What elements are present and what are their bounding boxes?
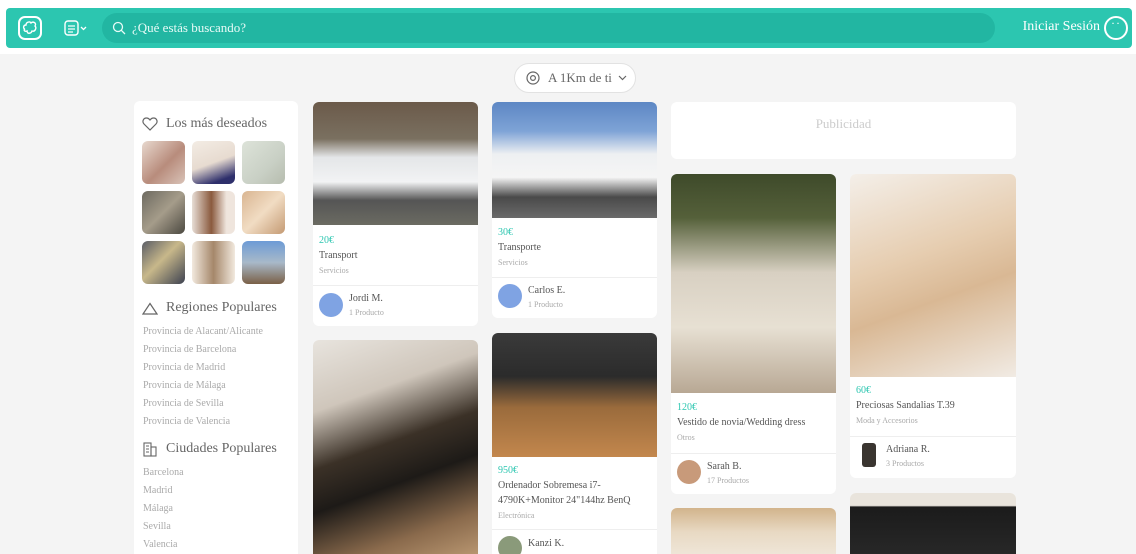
city-link[interactable]: Madrid (143, 482, 184, 500)
wishlist-thumb[interactable] (192, 241, 235, 284)
product-price: 30€ (498, 227, 513, 238)
product-category: Servicios (498, 258, 528, 267)
city-link[interactable]: Málaga (143, 500, 184, 518)
product-card[interactable]: 950€ Ordenador Sobremesa i7-4790K+Monito… (492, 333, 657, 554)
location-filter[interactable]: A 1Km de ti (514, 63, 636, 93)
header: Iniciar Sesión (6, 8, 1132, 48)
product-title: Transport (319, 250, 358, 261)
product-price: 950€ (498, 465, 518, 476)
product-card[interactable]: 20€ Transport Servicios Jordi M. 1 Produ… (313, 102, 478, 326)
chevron-down-icon (618, 75, 627, 81)
regions-title: Regiones Populares (166, 300, 277, 315)
avatar[interactable] (498, 536, 522, 554)
seller-product-count: 1 Producto (349, 308, 384, 317)
seller-name[interactable]: Sarah B. (707, 461, 741, 472)
wishlist-thumb[interactable] (192, 141, 235, 184)
wishlist-thumb[interactable] (142, 191, 185, 234)
regions-header: Regiones Populares (142, 300, 277, 316)
cities-list: Barcelona Madrid Málaga Sevilla Valencia (143, 464, 184, 554)
product-card[interactable] (313, 340, 478, 554)
product-title: Vestido de novia/Wedding dress (677, 417, 806, 428)
wishlist-thumb[interactable] (242, 141, 285, 184)
wishlist-thumb[interactable] (192, 191, 235, 234)
region-link[interactable]: Provincia de Sevilla (143, 395, 263, 413)
region-link[interactable]: Provincia de Barcelona (143, 341, 263, 359)
product-category: Electrónica (498, 511, 535, 520)
seller-name[interactable]: Adriana R. (886, 444, 930, 455)
location-label: A 1Km de ti (548, 70, 612, 85)
seller-product-count: 3 Productos (886, 459, 924, 468)
buildings-icon (143, 441, 157, 457)
product-card[interactable]: 120€ Vestido de novia/Wedding dress Otro… (671, 174, 836, 494)
product-category: Moda y Accesorios (856, 416, 918, 425)
product-card[interactable]: 30€ Transporte Servicios Carlos E. 1 Pro… (492, 102, 657, 318)
wishlist-header: Los más deseados (142, 116, 267, 132)
product-image[interactable] (313, 340, 478, 554)
user-icon[interactable] (1104, 16, 1128, 40)
mountain-icon (142, 301, 158, 315)
seller-name[interactable]: Kanzi K. (528, 538, 564, 549)
product-price: 20€ (319, 235, 334, 246)
product-price: 60€ (856, 385, 871, 396)
product-category: Otros (677, 433, 695, 442)
product-price: 120€ (677, 402, 697, 413)
seller-name[interactable]: Carlos E. (528, 285, 565, 296)
product-title: Ordenador Sobremesa i7-4790K+Monitor 24"… (498, 480, 631, 506)
avatar[interactable] (319, 293, 343, 317)
search-bar[interactable] (102, 13, 995, 43)
wishlist-thumb[interactable] (142, 241, 185, 284)
product-card[interactable] (850, 493, 1016, 554)
regions-list: Provincia de Alacant/Alicante Provincia … (143, 323, 263, 431)
categories-menu-button[interactable] (64, 19, 90, 37)
search-input[interactable] (132, 13, 982, 43)
login-link[interactable]: Iniciar Sesión (1023, 19, 1100, 35)
product-category: Servicios (319, 266, 349, 275)
cities-title: Ciudades Populares (166, 441, 277, 456)
city-link[interactable]: Valencia (143, 536, 184, 554)
product-image[interactable] (671, 508, 836, 554)
product-image[interactable] (671, 174, 836, 393)
product-card[interactable] (671, 508, 836, 554)
wishlist-thumb[interactable] (242, 191, 285, 234)
avatar[interactable] (862, 443, 876, 467)
product-image[interactable] (850, 174, 1016, 377)
wishlist-grid (142, 141, 287, 284)
avatar[interactable] (677, 460, 701, 484)
wishlist-title: Los más deseados (166, 116, 268, 131)
region-link[interactable]: Provincia de Málaga (143, 377, 263, 395)
wishlist-thumb[interactable] (242, 241, 285, 284)
seller-name[interactable]: Jordi M. (349, 293, 383, 304)
heart-icon (142, 117, 158, 131)
product-image[interactable] (313, 102, 478, 225)
location-pin-icon (526, 71, 540, 85)
product-title: Preciosas Sandalias T.39 (856, 400, 955, 411)
logo-icon[interactable] (18, 16, 42, 40)
search-icon (112, 21, 126, 35)
sidebar: Los más deseados Regiones Populares Prov… (134, 101, 298, 554)
product-image[interactable] (850, 493, 1016, 554)
cities-header: Ciudades Populares (142, 441, 277, 457)
region-link[interactable]: Provincia de Alacant/Alicante (143, 323, 263, 341)
avatar[interactable] (498, 284, 522, 308)
product-card[interactable]: 60€ Preciosas Sandalias T.39 Moda y Acce… (850, 174, 1016, 478)
advertisement[interactable]: Publicidad (671, 102, 1016, 159)
wishlist-thumb[interactable] (142, 141, 185, 184)
region-link[interactable]: Provincia de Valencia (143, 413, 263, 431)
seller-product-count: 1 Producto (528, 300, 563, 309)
city-link[interactable]: Sevilla (143, 518, 184, 536)
city-link[interactable]: Barcelona (143, 464, 184, 482)
region-link[interactable]: Provincia de Madrid (143, 359, 263, 377)
top-bar: Iniciar Sesión (0, 0, 1136, 54)
product-image[interactable] (492, 333, 657, 457)
product-image[interactable] (492, 102, 657, 218)
product-title: Transporte (498, 242, 541, 253)
seller-product-count: 17 Productos (707, 476, 749, 485)
list-icon (64, 20, 87, 36)
